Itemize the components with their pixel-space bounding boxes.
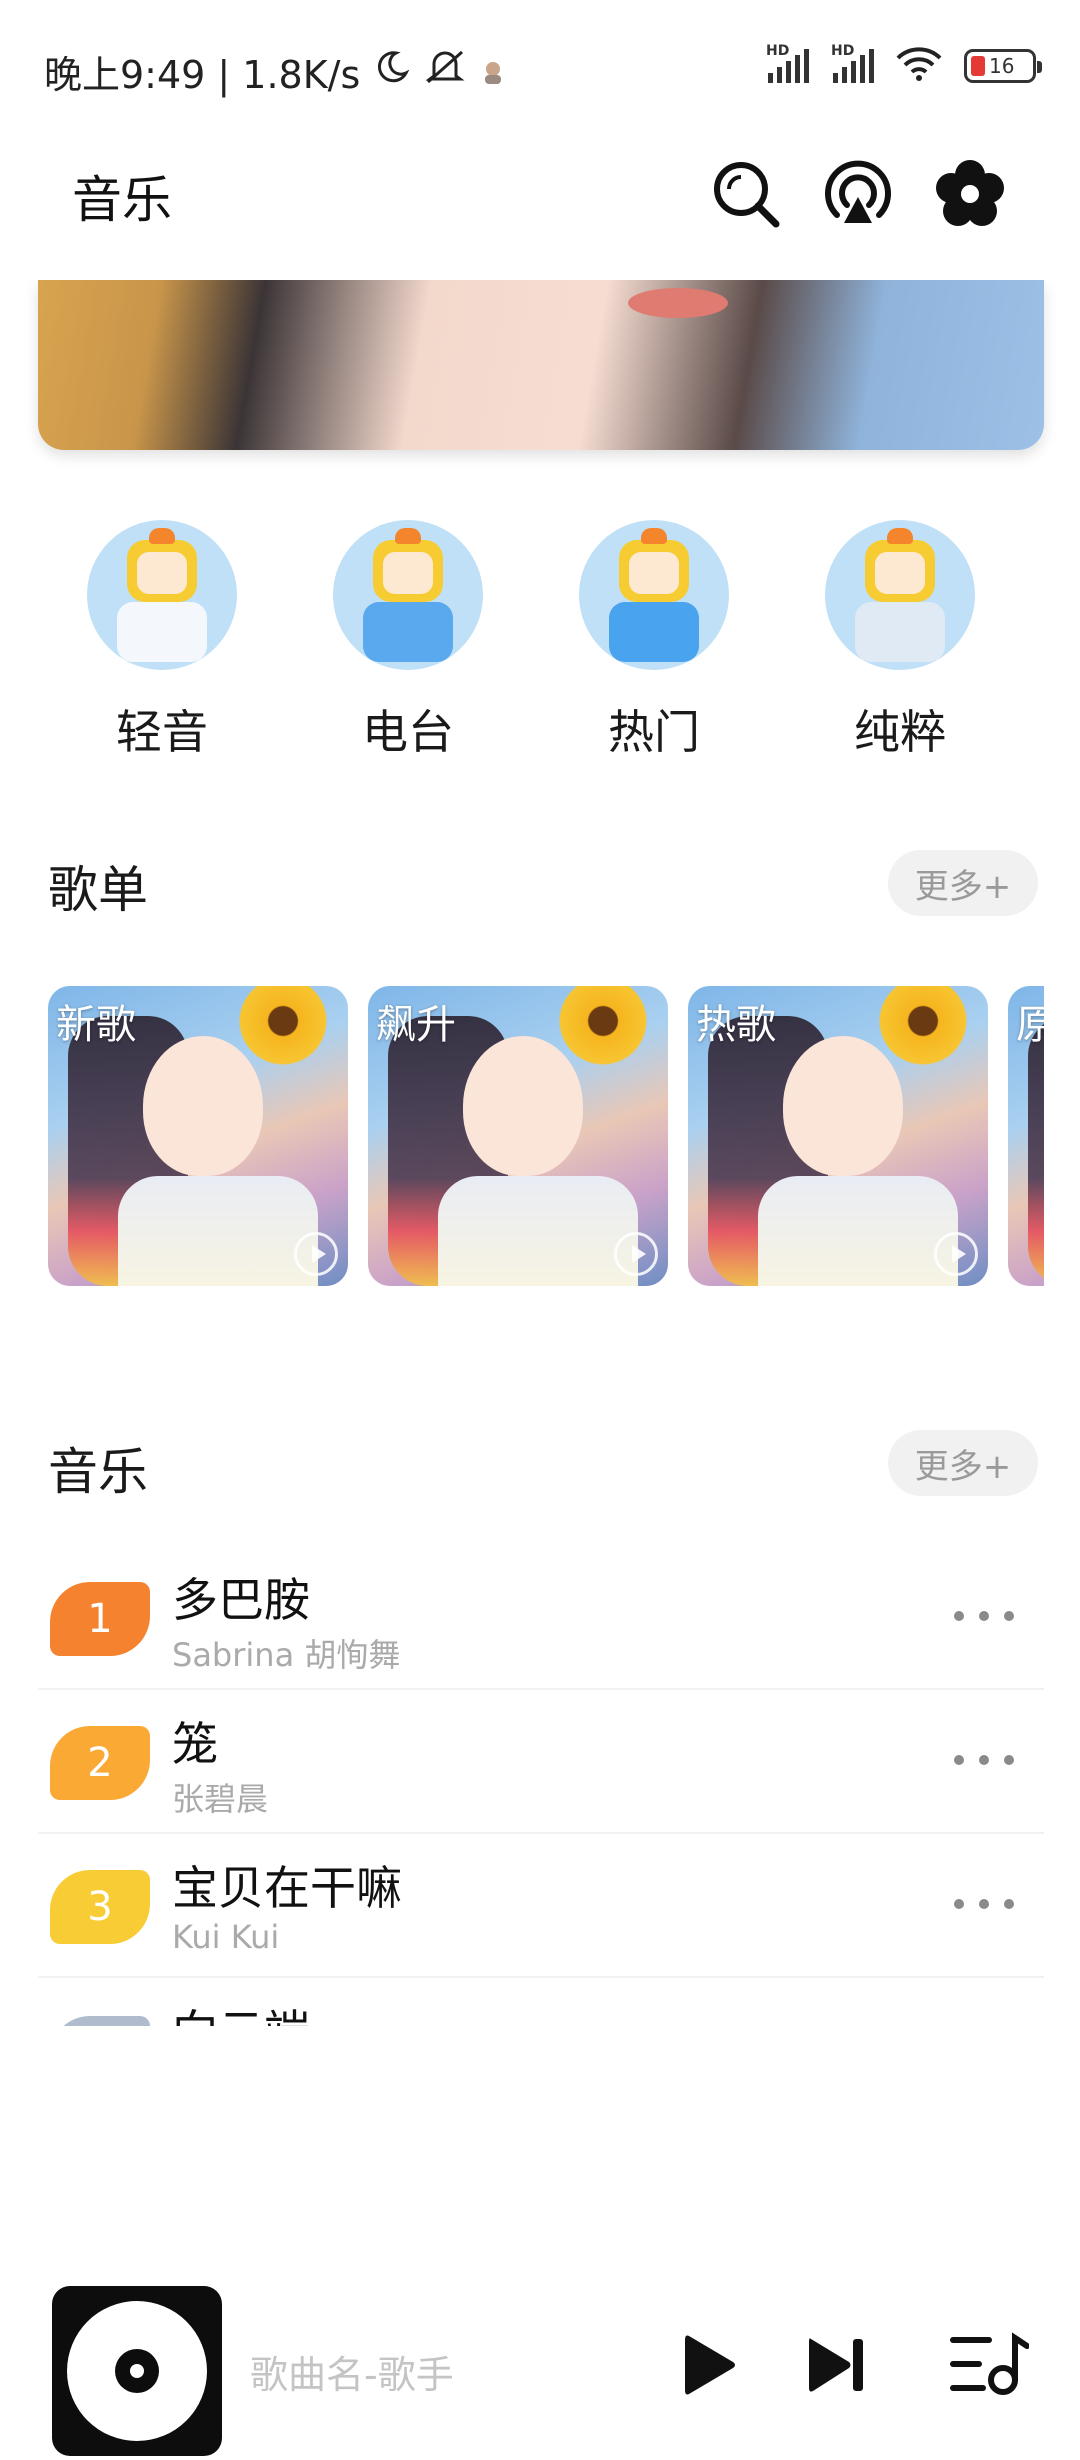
playlist-name: 热歌 [696, 1002, 776, 1048]
category-pure[interactable]: 纯粹 [800, 520, 1000, 762]
song-title: 多巴胺 [172, 1573, 310, 1627]
song-title: 宝贝在干嘛 [172, 1861, 402, 1915]
playlist-card[interactable]: 新歌 [48, 986, 348, 1286]
mini-player: 歌曲名-歌手 [0, 2270, 1080, 2460]
song-title: 向云端 [172, 1996, 310, 2026]
status-left: 晚上9:49 | 1.8K/s [44, 44, 506, 99]
wifi-icon [896, 46, 942, 86]
app-header: 音乐 [0, 130, 1080, 280]
next-icon[interactable] [792, 2320, 882, 2410]
more-options-icon[interactable] [954, 1596, 1014, 1636]
category-mascot-icon [333, 520, 483, 670]
more-options-icon[interactable] [954, 1884, 1014, 1924]
rank-badge [50, 2016, 150, 2026]
playlist-card[interactable]: 热歌 [688, 986, 988, 1286]
status-bar: 晚上9:49 | 1.8K/s HD HD 16 [0, 0, 1080, 130]
music-more-button[interactable]: 更多+ [888, 1430, 1038, 1496]
playlist-name: 原 [1016, 1002, 1044, 1048]
song-artist: 张碧晨 [172, 1780, 269, 1818]
song-row[interactable]: 1 多巴胺 Sabrina 胡恂舞 [38, 1546, 1044, 1690]
category-radio[interactable]: 电台 [308, 520, 508, 762]
avatar-icon [480, 50, 506, 94]
page-title: 音乐 [72, 171, 172, 229]
rank-badge: 1 [50, 1582, 150, 1656]
play-circle-icon[interactable] [614, 1232, 658, 1276]
playlist-name: 新歌 [56, 1002, 136, 1048]
category-hot[interactable]: 热门 [554, 520, 754, 762]
settings-icon[interactable] [930, 154, 1010, 234]
mute-icon [424, 48, 466, 95]
category-row: 轻音 电台 热门 纯粹 [0, 520, 1080, 770]
playlist-card[interactable]: 原 [1008, 986, 1044, 1286]
album-cover[interactable] [52, 2286, 222, 2456]
moon-icon [374, 49, 410, 94]
playlist-carousel: 新歌 飙升 热歌 原 [48, 986, 1044, 1286]
status-right: HD HD 16 [766, 43, 1042, 86]
song-row[interactable]: 2 笼 张碧晨 [38, 1690, 1044, 1834]
search-icon[interactable] [706, 154, 786, 234]
banner-illustration [628, 288, 728, 318]
battery-icon: 16 [964, 49, 1042, 83]
now-playing-text: 歌曲名-歌手 [250, 2353, 454, 2397]
playlist-more-button[interactable]: 更多+ [888, 850, 1038, 916]
song-title: 笼 [172, 1717, 218, 1771]
category-mascot-icon [825, 520, 975, 670]
playlist-name: 飙升 [376, 1002, 456, 1048]
category-light-music[interactable]: 轻音 [62, 520, 262, 762]
category-mascot-icon [579, 520, 729, 670]
song-row[interactable]: 向云端 [38, 1978, 1044, 2026]
song-row[interactable]: 3 宝贝在干嘛 Kui Kui [38, 1834, 1044, 1978]
music-section-title: 音乐 [48, 1443, 148, 1501]
song-list: 1 多巴胺 Sabrina 胡恂舞 2 笼 张碧晨 3 宝贝在干嘛 Kui Ku… [38, 1546, 1044, 2026]
rank-badge: 2 [50, 1726, 150, 1800]
play-circle-icon[interactable] [934, 1232, 978, 1276]
play-icon[interactable] [664, 2320, 754, 2410]
category-mascot-icon [87, 520, 237, 670]
cast-icon[interactable] [818, 154, 898, 234]
category-label: 热门 [608, 705, 700, 759]
signal-icon: HD [831, 43, 874, 83]
song-artist: Kui Kui [172, 1918, 280, 1956]
more-options-icon[interactable] [954, 1740, 1014, 1780]
category-label: 纯粹 [854, 705, 946, 759]
rank-badge: 3 [50, 1870, 150, 1944]
category-label: 电台 [362, 705, 454, 759]
banner-image[interactable] [38, 280, 1044, 450]
disc-icon [67, 2301, 207, 2441]
status-time: 晚上9:49 | 1.8K/s [44, 53, 361, 97]
playlist-section-title: 歌单 [48, 861, 148, 919]
signal-icon: HD [766, 43, 809, 83]
category-label: 轻音 [116, 705, 208, 759]
playlist-icon[interactable] [944, 2320, 1034, 2410]
song-artist: Sabrina 胡恂舞 [172, 1636, 401, 1674]
play-circle-icon[interactable] [294, 1232, 338, 1276]
playlist-card[interactable]: 飙升 [368, 986, 668, 1286]
